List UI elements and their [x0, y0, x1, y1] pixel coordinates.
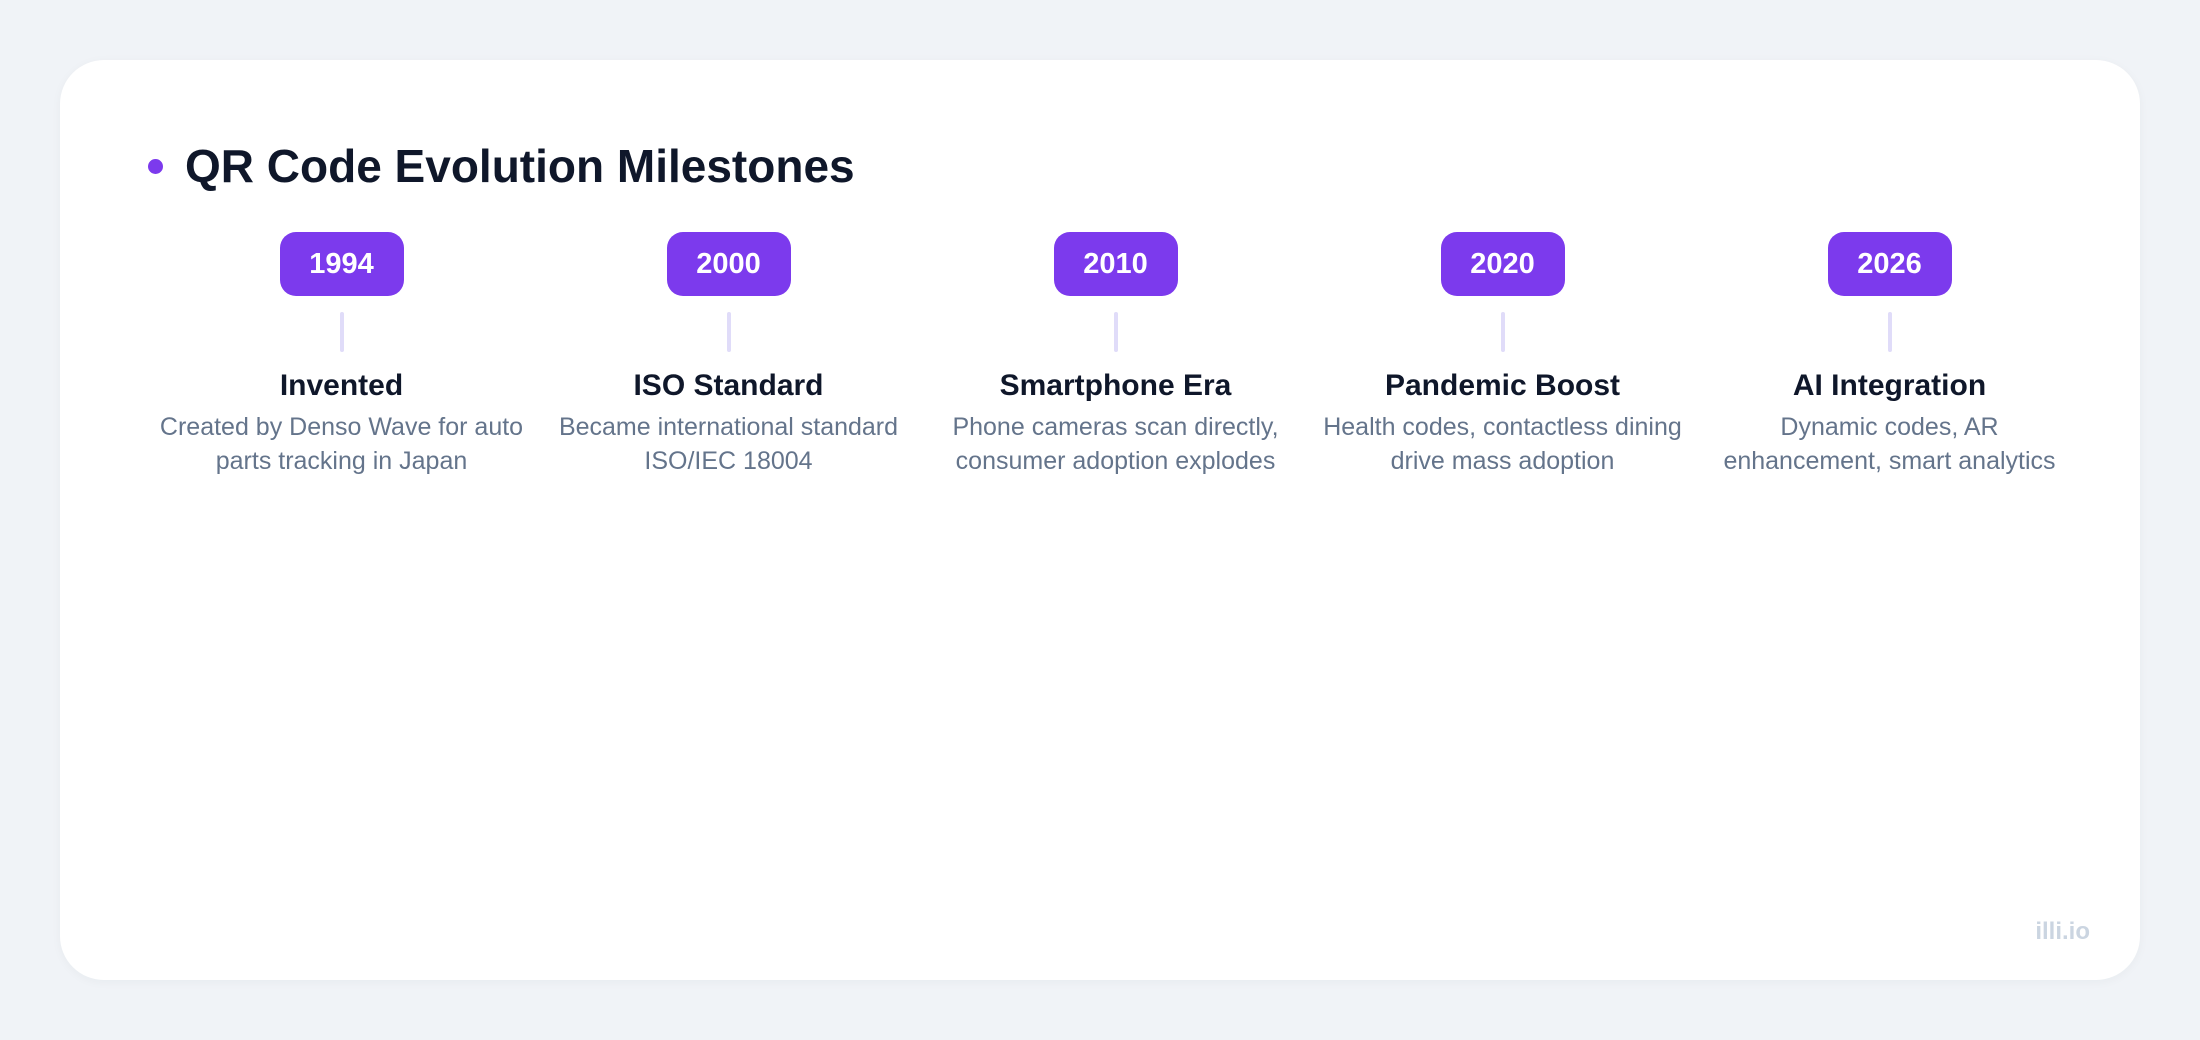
milestone-title: ISO Standard: [633, 369, 824, 402]
milestone-title: Smartphone Era: [999, 369, 1232, 402]
page-title: QR Code Evolution Milestones: [185, 140, 855, 192]
milestone-item: 2010 Smartphone Era Phone cameras scan d…: [922, 232, 1309, 478]
connector-line: [1887, 312, 1892, 352]
connector-line: [339, 312, 344, 352]
year-badge: 2010: [1053, 232, 1178, 296]
timeline-card: QR Code Evolution Milestones 1994 Invent…: [60, 60, 2140, 980]
bullet-dot-icon: [148, 158, 163, 174]
milestone-item: 2020 Pandemic Boost Health codes, contac…: [1309, 232, 1696, 478]
milestone-timeline: 1994 Invented Created by Denso Wave for …: [148, 232, 2083, 478]
year-badge: 2000: [666, 232, 791, 296]
milestone-description: Dynamic codes, AR enhancement, smart ana…: [1723, 413, 2056, 475]
milestone-title: Pandemic Boost: [1384, 369, 1621, 402]
year-badge: 2026: [1827, 232, 1952, 296]
year-badge: 2020: [1440, 232, 1565, 296]
connector-line: [1500, 312, 1505, 352]
milestone-description: Became international standard ISO/IEC 18…: [558, 413, 899, 475]
title-row: QR Code Evolution Milestones: [148, 136, 855, 196]
connector-line: [726, 312, 731, 352]
milestone-title: Invented: [279, 369, 404, 402]
milestone-description: Phone cameras scan directly, consumer ad…: [952, 413, 1279, 475]
milestone-title: AI Integration: [1792, 369, 1987, 402]
milestone-description: Health codes, contactless dining drive m…: [1323, 413, 1682, 475]
milestone-item: 2000 ISO Standard Became international s…: [535, 232, 922, 478]
connector-line: [1113, 312, 1118, 352]
milestone-description: Created by Denso Wave for auto parts tra…: [159, 413, 524, 475]
milestone-item: 2026 AI Integration Dynamic codes, AR en…: [1696, 232, 2083, 478]
milestone-item: 1994 Invented Created by Denso Wave for …: [148, 232, 535, 478]
brand-watermark[interactable]: illi.io: [2035, 918, 2090, 946]
year-badge: 1994: [279, 232, 404, 296]
